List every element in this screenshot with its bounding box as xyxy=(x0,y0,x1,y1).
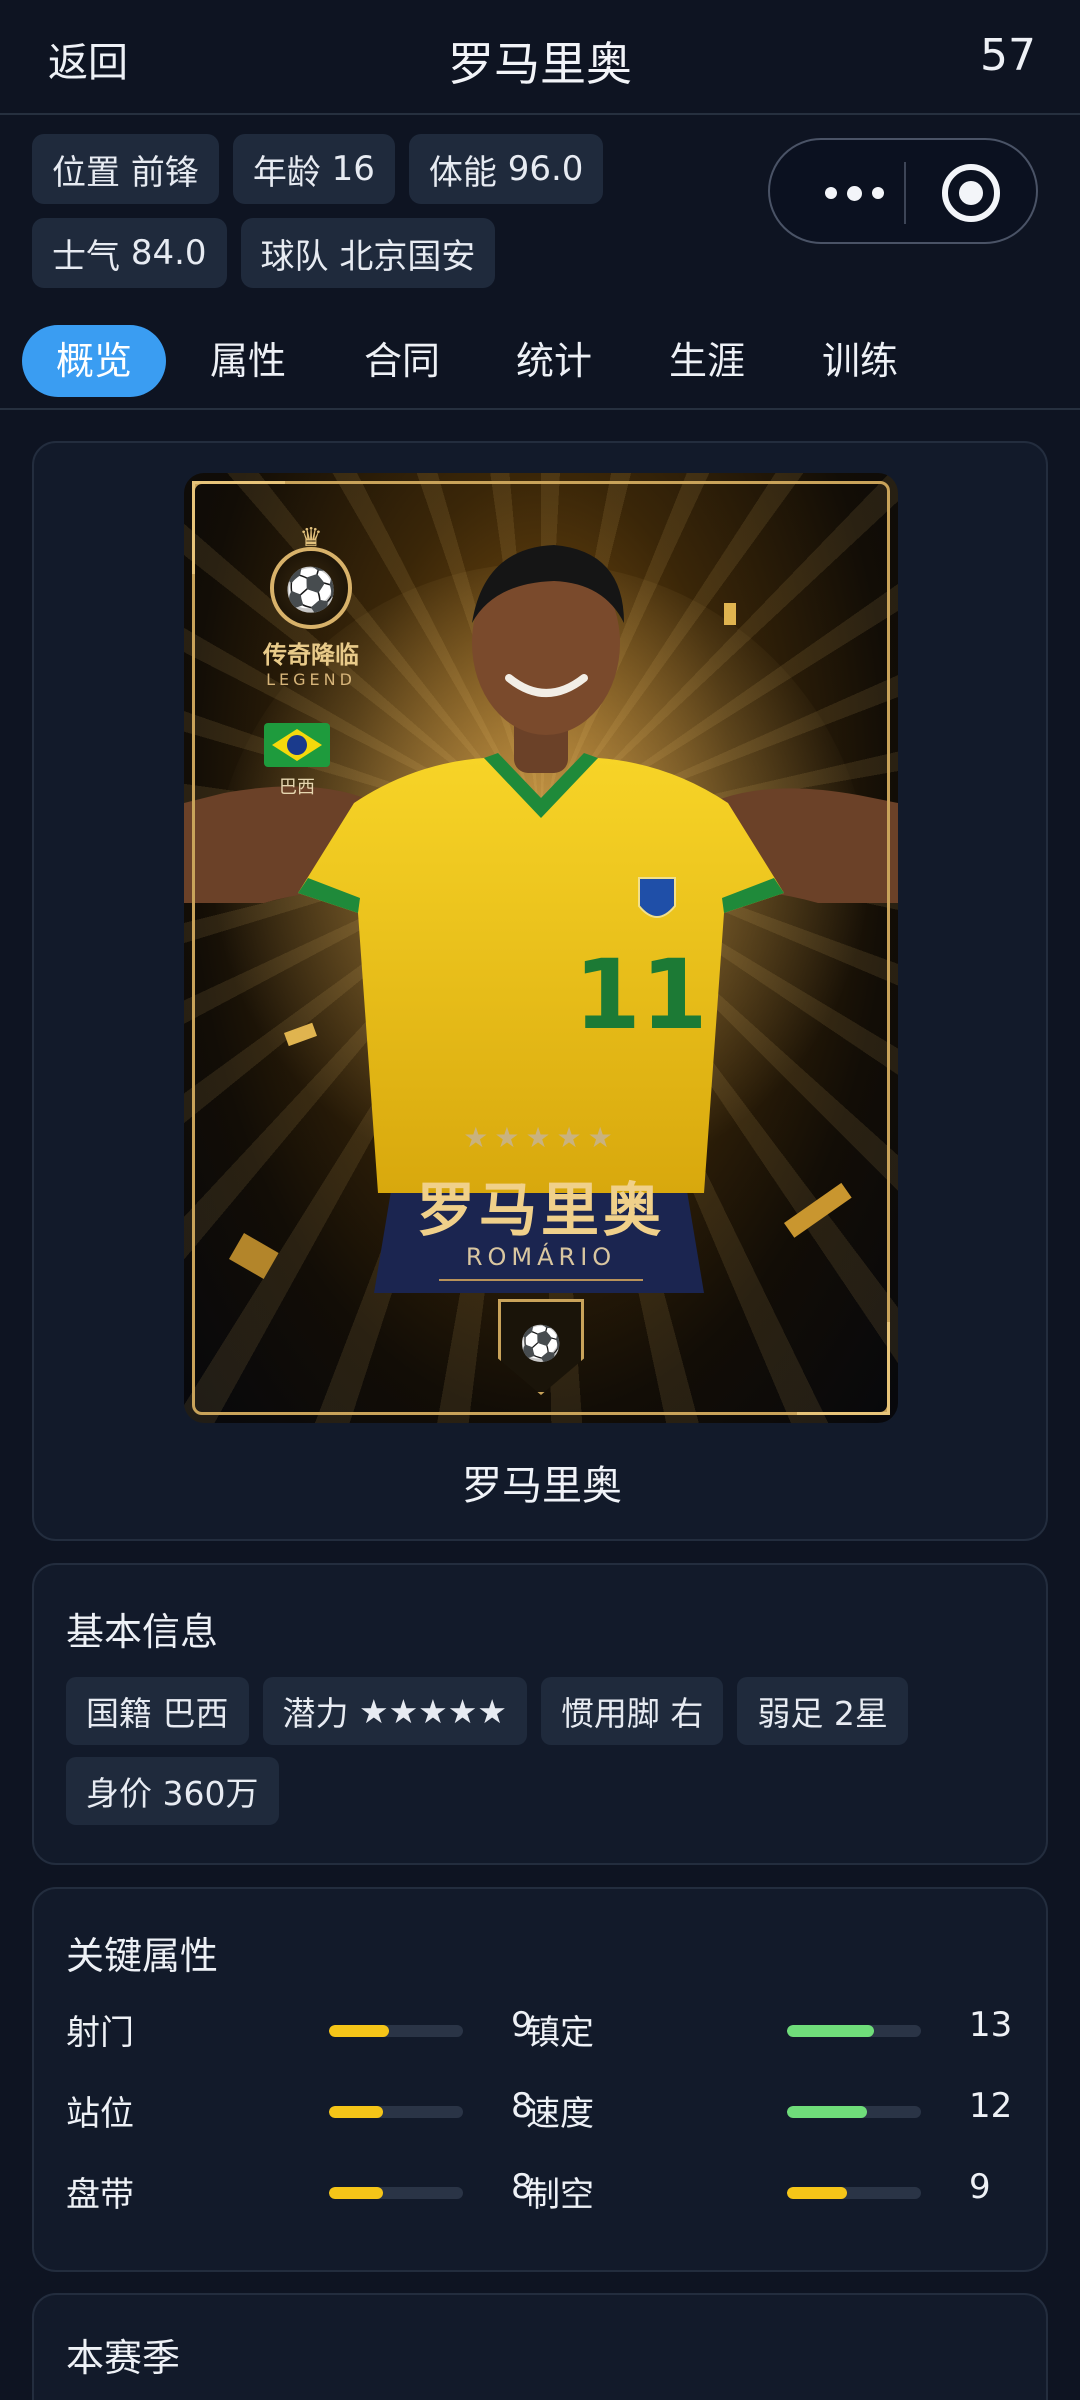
basic-info-card: 基本信息 国籍 巴西 潜力 ★★★★★ 惯用脚 右 弱足 2星 身价 360万 xyxy=(32,1563,1048,1865)
morale-chip: 士气 84.0 xyxy=(32,218,227,288)
attribute-value: 9 xyxy=(969,2167,991,2207)
target-close-icon[interactable] xyxy=(942,164,1000,222)
chip-label: 身价 xyxy=(86,1774,152,1813)
chip-value: 16 xyxy=(331,149,375,189)
team-chip: 球队 北京国安 xyxy=(240,218,496,288)
player-name-caption: 罗马里奥 xyxy=(462,1463,622,1509)
attribute-bar xyxy=(787,2106,921,2118)
chip-label: 士气 xyxy=(52,236,120,277)
attribute-bar-fill xyxy=(787,2106,868,2118)
basic-info-chips: 国籍 巴西 潜力 ★★★★★ 惯用脚 右 弱足 2星 身价 360万 xyxy=(66,1677,1016,1825)
tab-training[interactable]: 训练 xyxy=(788,325,932,397)
stamina-chip: 体能 96.0 xyxy=(408,134,604,204)
attribute-row: 镇定 13 xyxy=(34,1997,1050,2057)
player-summary-chips: 位置 前锋 年龄 16 体能 96.0 士气 84.0 球队 北京国安 xyxy=(32,134,792,288)
overview-card: 11 ♛ 传奇降临 LEGEND 巴西 ★★★★★ 罗马里奥 ROMÁRIO 罗… xyxy=(32,441,1048,1541)
attribute-bar-fill xyxy=(787,2025,875,2037)
key-attributes-card: 关键属性 射门 9 镇定 13 站位 8 速度 12 盘带 8 制空 9 xyxy=(32,1887,1048,2272)
tab-attributes[interactable]: 属性 xyxy=(176,325,320,397)
chip-value: ★★★★★ xyxy=(359,1691,507,1731)
player-card-image: 11 ♛ 传奇降临 LEGEND 巴西 ★★★★★ 罗马里奥 ROMÁRIO xyxy=(184,473,898,1423)
tab-bar: 概览 属性 合同 统计 生涯 训练 xyxy=(0,318,1080,410)
tab-stats[interactable]: 统计 xyxy=(482,325,626,397)
position-chip: 位置 前锋 xyxy=(32,134,219,204)
attribute-bar xyxy=(787,2025,921,2037)
chip-label: 惯用脚 xyxy=(560,1694,660,1733)
card-frame xyxy=(192,481,890,1415)
chip-value: 84.0 xyxy=(130,233,207,273)
chip-value: 巴西 xyxy=(162,1694,229,1733)
chip-label: 国籍 xyxy=(86,1694,152,1733)
attribute-name: 镇定 xyxy=(526,2013,594,2053)
header-number: 57 xyxy=(980,30,1036,81)
attribute-row: 速度 12 xyxy=(34,2078,1050,2138)
chip-label: 潜力 xyxy=(282,1694,349,1733)
chip-label: 弱足 xyxy=(757,1694,824,1733)
chip-value: 96.0 xyxy=(507,149,584,189)
basic-info-title: 基本信息 xyxy=(66,1610,219,1654)
attribute-bar-fill xyxy=(787,2187,848,2199)
key-attributes-title: 关键属性 xyxy=(66,1934,219,1978)
chip-value: 360万 xyxy=(162,1774,259,1813)
season-card: 本赛季 xyxy=(32,2293,1048,2400)
season-title: 本赛季 xyxy=(66,2336,181,2380)
chip-value: 北京国安 xyxy=(339,236,476,277)
chip-label: 球队 xyxy=(260,236,329,277)
chip-value: 2星 xyxy=(833,1694,888,1733)
page-title: 罗马里奥 xyxy=(448,37,632,91)
tab-overview[interactable]: 概览 xyxy=(22,325,166,397)
chip-value: 前锋 xyxy=(130,152,199,193)
attribute-value: 12 xyxy=(969,2086,1013,2126)
tab-contract[interactable]: 合同 xyxy=(330,325,474,397)
top-bar: 返回 罗马里奥 57 xyxy=(0,0,1080,115)
miniprogram-capsule xyxy=(768,138,1038,244)
attribute-value: 13 xyxy=(969,2005,1013,2045)
attribute-bar xyxy=(787,2187,921,2199)
chip-value: 右 xyxy=(670,1694,704,1733)
potential-chip: 潜力 ★★★★★ xyxy=(262,1677,527,1745)
chip-label: 位置 xyxy=(52,152,120,193)
chip-label: 年龄 xyxy=(252,152,321,193)
age-chip: 年龄 16 xyxy=(232,134,395,204)
chip-label: 体能 xyxy=(428,152,497,193)
market-value-chip: 身价 360万 xyxy=(66,1757,279,1825)
capsule-divider xyxy=(904,162,906,224)
preferred-foot-chip: 惯用脚 右 xyxy=(540,1677,724,1745)
attribute-name: 制空 xyxy=(526,2175,594,2215)
attribute-row: 制空 9 xyxy=(34,2159,1050,2219)
nationality-chip: 国籍 巴西 xyxy=(66,1677,249,1745)
more-dots-icon[interactable] xyxy=(806,170,902,216)
tab-career[interactable]: 生涯 xyxy=(635,325,779,397)
weak-foot-chip: 弱足 2星 xyxy=(737,1677,908,1745)
attribute-name: 速度 xyxy=(526,2094,594,2134)
